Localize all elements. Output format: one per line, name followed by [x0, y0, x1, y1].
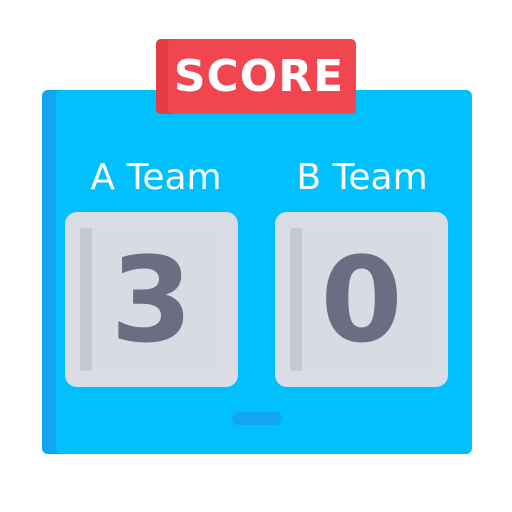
- team-b-name: B Team: [296, 157, 428, 198]
- score-header-label: SCORE: [173, 50, 345, 102]
- score-header-tag: SCORE: [156, 39, 356, 114]
- team-a-score-card: 3: [65, 212, 238, 387]
- team-a-score-display: 3: [80, 228, 223, 371]
- team-b-score-card: 0: [275, 212, 448, 387]
- team-a-name: A Team: [90, 157, 222, 198]
- team-a-score: 3: [110, 230, 193, 369]
- team-b-score: 0: [320, 230, 403, 369]
- scoreboard-slot: [232, 412, 282, 425]
- team-b-score-display: 0: [290, 228, 433, 371]
